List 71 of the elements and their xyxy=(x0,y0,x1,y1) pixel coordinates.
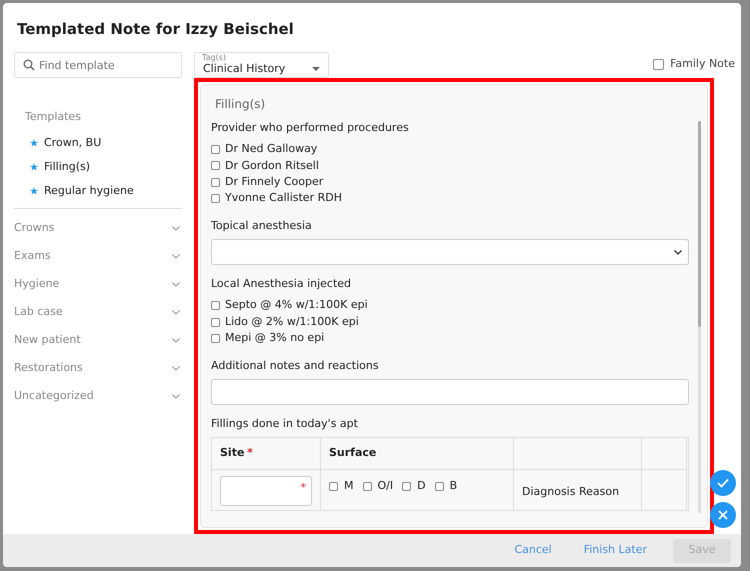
checkbox[interactable] xyxy=(211,194,220,204)
category-label: Uncategorized xyxy=(14,388,94,404)
family-note-checkbox[interactable]: Family Note xyxy=(653,56,735,72)
checkbox[interactable] xyxy=(211,301,220,310)
search-icon xyxy=(23,59,35,71)
star-icon xyxy=(30,163,38,171)
required-mark: * xyxy=(300,480,306,496)
search-field[interactable]: Find template xyxy=(14,52,182,78)
category-label: Crowns xyxy=(14,220,54,236)
checkbox[interactable] xyxy=(329,482,338,491)
category-label: New patient xyxy=(14,332,81,348)
option-label: Lido @ 2% w/1:100K epi xyxy=(225,314,359,330)
template-item[interactable]: Crown, BU xyxy=(44,134,102,152)
option-label: Mepi @ 3% no epi xyxy=(225,330,324,346)
category-item[interactable]: Uncategorized xyxy=(14,382,182,410)
option-label: Dr Finnely Cooper xyxy=(225,174,324,190)
checkbox[interactable] xyxy=(211,178,220,187)
checkbox[interactable] xyxy=(211,318,220,327)
template-item[interactable]: Regular hygiene xyxy=(44,182,134,200)
caret-icon xyxy=(312,67,320,71)
tags-select[interactable]: Tag(s) Clinical History xyxy=(194,52,329,78)
templates-heading: Templates xyxy=(25,109,82,125)
checkbox[interactable] xyxy=(402,482,412,491)
table-cell: Diagnosis Reason xyxy=(522,485,620,498)
category-item[interactable]: Lab case xyxy=(14,298,182,326)
checkbox[interactable] xyxy=(211,144,220,154)
category-item[interactable]: Restorations xyxy=(14,354,182,382)
category-label: Exams xyxy=(14,248,51,264)
checkbox[interactable] xyxy=(434,482,444,491)
category-item[interactable]: Hygiene xyxy=(14,270,182,298)
tags-label: Tag(s) xyxy=(200,54,228,62)
checkbox[interactable] xyxy=(211,334,220,343)
option-label: Dr Gordon Ritsell xyxy=(225,158,319,174)
option-label: Septo @ 4% w/1:100K epi xyxy=(225,297,368,314)
option-label: M xyxy=(344,478,354,494)
select-field[interactable] xyxy=(211,239,689,266)
option-label: O/I xyxy=(378,478,394,494)
check-icon xyxy=(717,478,729,488)
category-item[interactable]: Crowns xyxy=(14,214,182,242)
category-label: Hygiene xyxy=(14,276,60,292)
star-icon xyxy=(30,139,38,147)
checkbox[interactable] xyxy=(362,482,372,491)
close-icon xyxy=(718,510,728,520)
text-field[interactable] xyxy=(211,378,689,405)
required-mark: * xyxy=(247,445,253,462)
field-label: Local Anesthesia injected xyxy=(211,277,352,292)
checkbox[interactable] xyxy=(211,161,220,170)
footer-link[interactable]: Cancel xyxy=(498,538,568,563)
category-label: Restorations xyxy=(14,360,83,376)
modal-title: Templated Note for Izzy Beischel xyxy=(17,20,294,38)
star-icon xyxy=(30,187,38,195)
form-title: Filling(s) xyxy=(215,96,266,113)
scrollbar[interactable] xyxy=(698,121,701,513)
option-label: B xyxy=(450,478,458,494)
template-item[interactable]: Filling(s) xyxy=(44,158,90,176)
field-label: Fillings done in today's apt xyxy=(211,416,359,432)
option-label: Yvonne Callister RDH xyxy=(225,190,342,206)
field-label: Provider who performed procedures xyxy=(211,121,410,136)
category-item[interactable]: Exams xyxy=(14,242,182,270)
column-header: Surface xyxy=(321,438,514,470)
footer-link[interactable]: Finish Later xyxy=(568,538,663,563)
column-header: Site * xyxy=(212,438,321,470)
category-label: Lab case xyxy=(14,304,63,320)
option-label: Dr Ned Galloway xyxy=(225,141,318,158)
tags-value: Clinical History xyxy=(203,62,286,77)
field-label: Topical anesthesia xyxy=(211,218,313,234)
field-label: Additional notes and reactions xyxy=(211,358,380,373)
site-field[interactable]: * xyxy=(220,476,312,506)
chevron-icon xyxy=(674,250,682,255)
option-label: D xyxy=(417,478,426,494)
category-item[interactable]: New patient xyxy=(14,326,182,354)
